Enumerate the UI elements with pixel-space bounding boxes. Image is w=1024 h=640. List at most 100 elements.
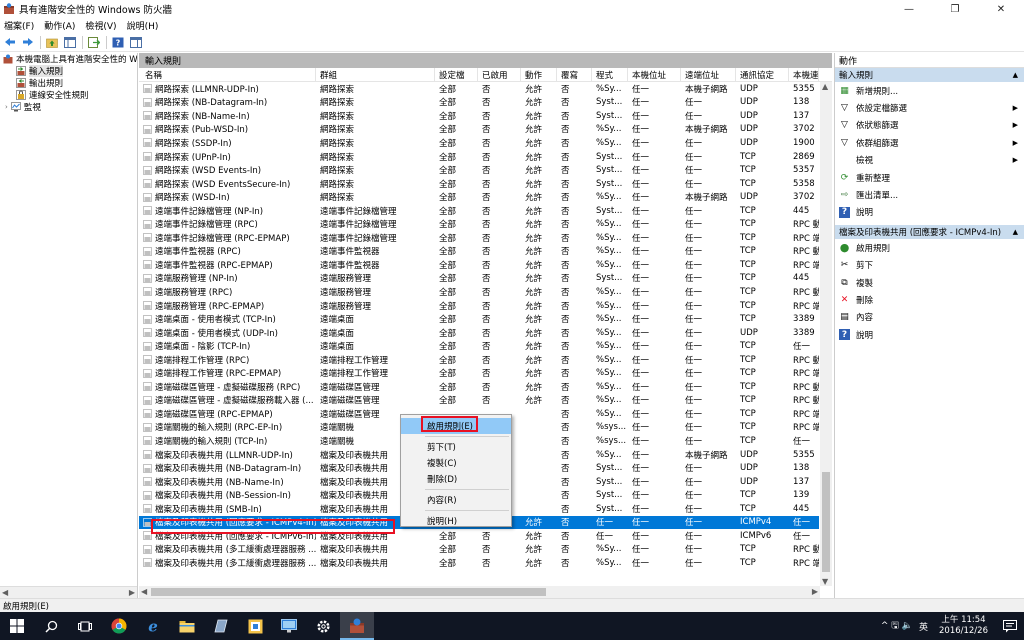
action-view[interactable]: 檢視 ▶ — [835, 152, 1024, 169]
scroll-down-arrow-icon[interactable]: ▼ — [822, 577, 828, 586]
task-view-button[interactable] — [68, 612, 102, 640]
table-row[interactable]: 遠端服務管理 (RPC-EPMAP) 遠端服務管理 全部 否 允許 否 %Sy... 任一 任一… — [139, 299, 819, 313]
table-row[interactable]: 遠端事件監視器 (RPC) 遠端事件監視器 全部 否 允許 否 %Sy... 任一 任一 TCP R… — [139, 245, 819, 259]
tree-horizontal-scrollbar[interactable]: ◀ ▶ — [0, 586, 137, 598]
table-row[interactable]: 遠端桌面 - 使用者模式 (TCP-In) 遠端桌面 全部 否 允許 否 %Sy... 任一 任… — [139, 312, 819, 326]
scroll-right-arrow-icon[interactable]: ▶ — [129, 588, 135, 597]
table-row[interactable]: 遠端排程工作管理 (RPC) 遠端排程工作管理 全部 否 允許 否 %Sy... 任一 任一 TC… — [139, 353, 819, 367]
action-enable-rule[interactable]: ● 啟用規則 — [835, 239, 1024, 256]
table-row[interactable]: 網路探索 (LLMNR-UDP-In) 網路探索 全部 否 允許 否 %Sy... 任一 本機子… — [139, 82, 819, 96]
context-copy[interactable]: 複製(C) — [401, 455, 511, 471]
horizontal-scroll-thumb[interactable] — [151, 588, 546, 596]
taskbar-edge[interactable]: e — [136, 612, 170, 640]
menu-help[interactable]: 說明(H) — [127, 19, 159, 32]
ime-indicator[interactable]: 英 — [919, 620, 928, 633]
table-row[interactable]: 遠端桌面 - 陰影 (TCP-In) 遠端桌面 全部 否 允許 否 %Sy... 任一 任一 TC… — [139, 339, 819, 353]
action-delete[interactable]: ✕ 刪除 — [835, 291, 1024, 308]
expand-chevron-icon[interactable]: › — [5, 103, 8, 111]
menu-view[interactable]: 檢視(V) — [85, 19, 116, 32]
action-filter-by-group[interactable]: ▽ 依群組篩選 ▶ — [835, 134, 1024, 151]
table-row[interactable]: 檔案及印表機共用 (多工緩衝處理器服務 ... 檔案及印表機共用 全部 否 允許 否 %Sy… — [139, 556, 819, 570]
tree-item-connection-security-rules[interactable]: 連線安全性規則 — [0, 89, 137, 101]
vertical-scrollbar[interactable]: ▲ ▼ — [820, 82, 832, 586]
export-list-button[interactable] — [87, 35, 101, 49]
help-button[interactable]: ? — [111, 35, 125, 49]
menu-file[interactable]: 檔案(F) — [4, 19, 34, 32]
column-header-col-local-port[interactable]: 本機連 — [789, 68, 819, 81]
vertical-scroll-thumb[interactable] — [822, 472, 830, 572]
taskbar-chrome[interactable] — [102, 612, 136, 640]
taskbar-file-explorer[interactable] — [170, 612, 204, 640]
context-delete[interactable]: 刪除(D) — [401, 471, 511, 487]
column-header-col-local-address[interactable]: 本機位址 — [628, 68, 681, 81]
table-row[interactable]: 遠端事件記錄檔管理 (RPC) 遠端事件記錄檔管理 全部 否 允許 否 %Sy... 任一 任一… — [139, 217, 819, 231]
context-properties[interactable]: 內容(R) — [401, 492, 511, 508]
column-header-col-group[interactable]: 群組 — [316, 68, 435, 81]
action-properties[interactable]: ▤ 內容 — [835, 309, 1024, 326]
scroll-left-arrow-icon[interactable]: ◀ — [2, 588, 8, 597]
table-row[interactable]: 遠端排程工作管理 (RPC-EPMAP) 遠端排程工作管理 全部 否 允許 否 %Sy...… — [139, 366, 819, 380]
column-header-col-action[interactable]: 動作 — [521, 68, 557, 81]
tree-item-inbound-rules[interactable]: 輸入規則 — [0, 65, 137, 77]
taskbar-app-tablet[interactable] — [204, 612, 238, 640]
column-header-col-override[interactable]: 覆寫 — [557, 68, 592, 81]
action-export-list[interactable]: ⇨ 匯出清單... — [835, 186, 1024, 203]
taskbar-firewall-app[interactable] — [340, 612, 374, 640]
table-row[interactable]: 網路探索 (NB-Datagram-In) 網路探索 全部 否 允許 否 Syst... 任一… — [139, 96, 819, 110]
actions-group-inbound-rules[interactable]: 輸入規則 ▲ — [835, 68, 1024, 82]
taskbar-app-notes[interactable] — [238, 612, 272, 640]
column-header-col-profile[interactable]: 設定檔 — [435, 68, 478, 81]
actions-group-selected-rule[interactable]: 檔案及印表機共用 (回應要求 - ICMPv4-In) ▲ — [835, 225, 1024, 240]
action-filter-by-state[interactable]: ▽ 依狀態篩選 ▶ — [835, 117, 1024, 134]
forward-button[interactable] — [21, 35, 35, 49]
action-cut[interactable]: ✂ 剪下 — [835, 257, 1024, 274]
column-header-col-name[interactable]: 名稱 — [139, 68, 316, 81]
table-row[interactable]: 網路探索 (WSD-In) 網路探索 全部 否 允許 否 %Sy... 任一 本機子網路 UDP 3… — [139, 190, 819, 204]
back-button[interactable] — [3, 35, 17, 49]
table-row[interactable]: 遠端桌面 - 使用者模式 (UDP-In) 遠端桌面 全部 否 允許 否 %Sy... 任一 任… — [139, 326, 819, 340]
context-help[interactable]: 說明(H) — [401, 513, 511, 529]
tree-root[interactable]: 本機電腦上具有進階安全性的 Windows 防火牆 — [0, 53, 137, 65]
start-button[interactable] — [0, 612, 34, 640]
close-button[interactable]: ✕ — [978, 0, 1024, 18]
action-new-rule[interactable]: ▦ 新增規則... — [835, 82, 1024, 99]
search-button[interactable] — [34, 612, 68, 640]
horizontal-scrollbar[interactable]: ◀ ▶ — [139, 586, 820, 598]
show-hide-action-pane-button[interactable] — [129, 35, 143, 49]
column-header-col-enabled[interactable]: 已啟用 — [478, 68, 521, 81]
tree-item-monitoring[interactable]: › 監視 — [0, 101, 137, 113]
action-copy[interactable]: ⧉ 複製 — [835, 274, 1024, 291]
scroll-left-arrow-icon[interactable]: ◀ — [141, 587, 147, 596]
tree-item-outbound-rules[interactable]: 輸出規則 — [0, 77, 137, 89]
table-row[interactable]: 網路探索 (WSD Events-In) 網路探索 全部 否 允許 否 Syst... 任一 任… — [139, 163, 819, 177]
maximize-button[interactable]: ❐ — [932, 0, 978, 18]
table-row[interactable]: 遠端服務管理 (RPC) 遠端服務管理 全部 否 允許 否 %Sy... 任一 任一 TCP RPC… — [139, 285, 819, 299]
scroll-right-arrow-icon[interactable]: ▶ — [812, 587, 818, 596]
scroll-up-arrow-icon[interactable]: ▲ — [822, 82, 828, 91]
table-row[interactable]: 遠端事件監視器 (RPC-EPMAP) 遠端事件監視器 全部 否 允許 否 %Sy... 任一… — [139, 258, 819, 272]
taskbar-app-monitor[interactable] — [272, 612, 306, 640]
up-folder-button[interactable] — [45, 35, 59, 49]
clock[interactable]: 上午 11:54 2016/12/26 — [939, 615, 988, 637]
table-row[interactable]: 遠端事件記錄檔管理 (NP-In) 遠端事件記錄檔管理 全部 否 允許 否 Syst... 任… — [139, 204, 819, 218]
action-center-button[interactable] — [996, 612, 1024, 640]
table-row[interactable]: 遠端磁碟區管理 - 虛擬磁碟服務 (RPC) 遠端磁碟區管理 全部 否 允許 否 %Sy..… — [139, 380, 819, 394]
minimize-button[interactable]: — — [886, 0, 932, 18]
action-refresh[interactable]: ⟳ 重新整理 — [835, 169, 1024, 186]
table-row[interactable]: 網路探索 (SSDP-In) 網路探索 全部 否 允許 否 %Sy... 任一 任一 UDP 190… — [139, 136, 819, 150]
context-cut[interactable]: 剪下(T) — [401, 439, 511, 455]
menu-action[interactable]: 動作(A) — [44, 19, 75, 32]
table-row[interactable]: 檔案及印表機共用 (多工緩衝處理器服務 ... 檔案及印表機共用 全部 否 允許 否 %Sy… — [139, 543, 819, 557]
taskbar-settings[interactable] — [306, 612, 340, 640]
show-hide-console-tree-button[interactable] — [63, 35, 77, 49]
table-row[interactable]: 遠端服務管理 (NP-In) 遠端服務管理 全部 否 允許 否 Syst... 任一 任一 TCP… — [139, 272, 819, 286]
table-row[interactable]: 網路探索 (Pub-WSD-In) 網路探索 全部 否 允許 否 %Sy... 任一 本機子網路… — [139, 123, 819, 137]
table-row[interactable]: 網路探索 (UPnP-In) 網路探索 全部 否 允許 否 Syst... 任一 任一 TCP 28… — [139, 150, 819, 164]
action-help-2[interactable]: ? 說明 — [835, 326, 1024, 343]
column-header-col-program[interactable]: 程式 — [592, 68, 628, 81]
table-row[interactable]: 網路探索 (WSD EventsSecure-In) 網路探索 全部 否 允許 否 Syst… — [139, 177, 819, 191]
action-filter-by-profile[interactable]: ▽ 依設定檔篩選 ▶ — [835, 99, 1024, 116]
table-row[interactable]: 遠端磁碟區管理 - 虛擬磁碟服務載入器 (... 遠端磁碟區管理 全部 否 允許 否 %Sy… — [139, 394, 819, 408]
action-help[interactable]: ? 說明 — [835, 204, 1024, 221]
table-row[interactable]: 網路探索 (NB-Name-In) 網路探索 全部 否 允許 否 Syst... 任一 任一 UD… — [139, 109, 819, 123]
